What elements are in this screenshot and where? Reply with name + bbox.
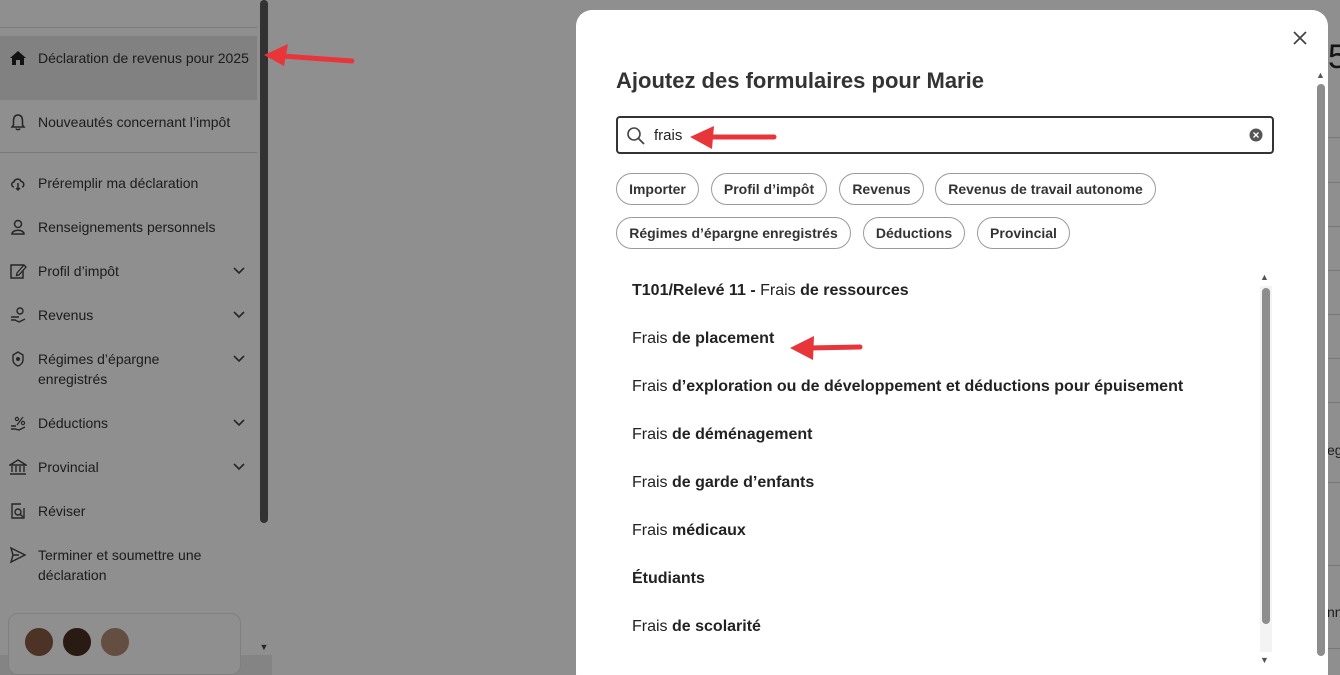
results-scrollbar[interactable] xyxy=(1262,288,1270,624)
chip-provincial[interactable]: Provincial xyxy=(977,217,1070,249)
list-item[interactable]: Frais de garde d’enfants xyxy=(632,474,814,492)
result-rest: de déménagement xyxy=(667,426,813,443)
list-item[interactable]: Étudiants xyxy=(632,570,705,588)
chip-regimes-epargne[interactable]: Régimes d’épargne enregistrés xyxy=(616,217,851,249)
list-item[interactable]: Frais de déménagement xyxy=(632,426,813,444)
scroll-up-icon[interactable]: ▲ xyxy=(1316,70,1325,80)
list-item[interactable]: Frais d’exploration ou de développement … xyxy=(632,378,1183,396)
result-rest: médicaux xyxy=(667,522,746,539)
result-match: Frais xyxy=(632,522,668,539)
result-rest: de placement xyxy=(667,330,775,347)
result-match: Frais xyxy=(632,474,668,491)
dialog-scrollbar[interactable] xyxy=(1317,84,1325,656)
result-match: Frais xyxy=(632,618,668,635)
add-forms-dialog: Ajoutez des formulaires pour Marie Impor… xyxy=(576,10,1328,675)
list-item[interactable]: T101/Relevé 11 - Frais de ressources xyxy=(632,282,909,300)
list-item[interactable]: Frais de placement xyxy=(632,330,774,348)
result-match: Frais xyxy=(632,330,668,347)
search-icon xyxy=(627,127,645,145)
annotation-arrow-icon xyxy=(264,44,355,66)
chip-revenus-travail-autonome[interactable]: Revenus de travail autonome xyxy=(935,173,1156,205)
chip-importer[interactable]: Importer xyxy=(616,173,699,205)
list-item[interactable]: Frais médicaux xyxy=(632,522,746,540)
result-rest: de ressources xyxy=(795,282,909,299)
result-bold-prefix: T101/Relevé 11 - xyxy=(632,282,761,299)
chip-deductions[interactable]: Déductions xyxy=(863,217,965,249)
result-rest: de garde d’enfants xyxy=(667,474,815,491)
result-bold-prefix: Étudiants xyxy=(632,570,705,587)
chip-profil-impot[interactable]: Profil d’impôt xyxy=(711,173,827,205)
chip-revenus[interactable]: Revenus xyxy=(839,173,924,205)
result-match: Frais xyxy=(760,282,796,299)
close-button[interactable] xyxy=(1290,28,1310,48)
annotation-arrow-icon xyxy=(690,126,777,149)
result-rest: de scolarité xyxy=(667,618,761,635)
scroll-down-icon[interactable]: ▼ xyxy=(1260,655,1269,665)
result-rest: d’exploration ou de développement et déd… xyxy=(667,378,1184,395)
list-item[interactable]: Frais de scolarité xyxy=(632,618,761,636)
result-match: Frais xyxy=(632,426,668,443)
scroll-up-icon[interactable]: ▲ xyxy=(1260,272,1269,282)
dialog-title: Ajoutez des formulaires pour Marie xyxy=(616,68,984,93)
annotation-arrow-icon xyxy=(790,336,863,360)
close-icon xyxy=(1293,31,1307,45)
clear-search-icon[interactable] xyxy=(1249,128,1263,142)
result-match: Frais xyxy=(632,378,668,395)
